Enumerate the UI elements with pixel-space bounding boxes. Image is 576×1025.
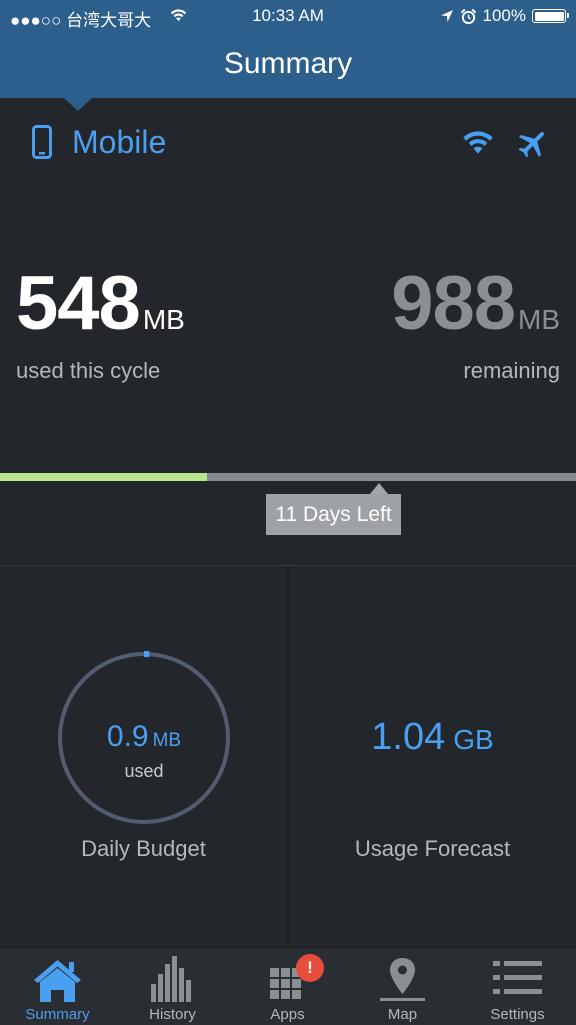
apps-badge: ! xyxy=(296,954,324,982)
map-pin-icon xyxy=(380,958,425,1001)
wifi-icon[interactable] xyxy=(460,127,496,155)
tab-settings[interactable]: Settings xyxy=(460,948,575,1025)
daily-budget-label: Daily Budget xyxy=(81,836,206,861)
usage-forecast-unit: GB xyxy=(453,724,494,755)
used-stat: 548 MB used this cycle xyxy=(16,266,185,384)
battery-icon xyxy=(532,9,569,23)
status-right: 100% xyxy=(440,6,569,26)
usage-forecast-number: 1.04 xyxy=(371,716,446,758)
tab-bar: Summary History Apps Map Settings xyxy=(0,947,576,1025)
usage-forecast-value: 1.04 GB xyxy=(289,716,576,759)
tab-summary[interactable]: Summary xyxy=(0,948,115,1025)
nav-pointer xyxy=(64,98,92,111)
cycle-progress-bar xyxy=(0,473,576,481)
daily-budget-unit: MB xyxy=(152,730,182,751)
usage-forecast-label: Usage Forecast xyxy=(354,836,511,861)
tab-label: History xyxy=(149,1006,196,1023)
page-title: Summary xyxy=(223,47,353,80)
daily-budget-sub: used xyxy=(124,761,164,781)
tab-label: Apps xyxy=(270,1006,305,1023)
tab-history[interactable]: History xyxy=(115,948,230,1025)
cycle-progress-fill xyxy=(0,473,208,481)
used-label: used this cycle xyxy=(16,358,161,383)
tab-apps[interactable]: Apps xyxy=(230,948,345,1025)
location-arrow-icon xyxy=(440,10,453,22)
connection-row: Mobile xyxy=(0,118,576,168)
home-icon xyxy=(34,960,81,1002)
days-left-pointer xyxy=(370,483,388,494)
tab-map[interactable]: Map xyxy=(345,948,460,1025)
remaining-unit: MB xyxy=(518,304,560,335)
alarm-icon xyxy=(460,8,476,24)
daily-budget-value: 0.9 MB xyxy=(56,720,232,754)
remaining-stat: 988 MB remaining xyxy=(391,266,560,384)
tab-label: Map xyxy=(387,1006,418,1023)
phone-icon xyxy=(32,125,52,159)
nav-bar: Summary xyxy=(0,32,576,98)
bar-chart-icon xyxy=(151,956,191,1002)
daily-budget-number: 0.9 xyxy=(106,720,149,753)
remaining-label: remaining xyxy=(463,358,560,383)
airplane-icon[interactable] xyxy=(516,126,550,160)
tab-label: Settings xyxy=(490,1006,545,1023)
battery-percent: 100% xyxy=(482,6,526,25)
list-icon xyxy=(493,961,542,994)
status-bar: ●●●○○ 台湾大哥大 10:33 AM 100% xyxy=(0,0,576,32)
tab-label: Summary xyxy=(25,1006,90,1023)
used-value: 548 xyxy=(16,261,141,346)
grid-icon xyxy=(270,968,301,999)
days-left-tooltip: 11 Days Left xyxy=(266,494,401,535)
remaining-value: 988 xyxy=(391,261,516,346)
connection-label[interactable]: Mobile xyxy=(72,124,166,161)
used-unit: MB xyxy=(142,304,185,335)
